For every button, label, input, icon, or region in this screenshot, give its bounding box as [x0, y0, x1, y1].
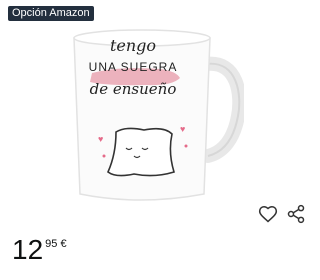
- pillow-illustration: [107, 127, 175, 177]
- price-fraction: 95 €: [45, 238, 67, 250]
- mug-text-line3: de ensueño: [89, 80, 177, 98]
- heart-decoration-icon: ♥: [98, 134, 103, 144]
- product-price: 12 95 €: [12, 236, 67, 264]
- heart-decoration-icon: ♥: [180, 124, 185, 134]
- price-whole: 12: [12, 234, 44, 265]
- product-image[interactable]: ♥ ♥ tengo UNA SUEGRA de ensueño: [68, 16, 244, 206]
- mug-text-line2: UNA SUEGRA: [88, 60, 178, 74]
- heart-outline-icon[interactable]: [258, 204, 278, 224]
- product-actions: [258, 204, 306, 224]
- mug-text-line1: tengo: [109, 36, 157, 55]
- share-icon[interactable]: [286, 204, 306, 224]
